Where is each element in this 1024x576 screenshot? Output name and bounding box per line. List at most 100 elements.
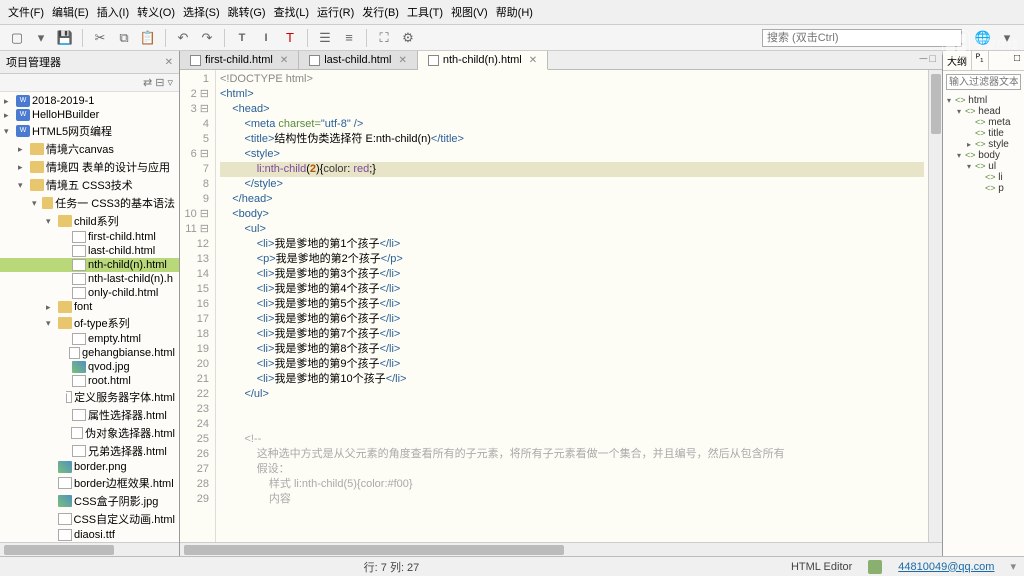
code-line[interactable]: <li>我是爹地的第1个孩子</li>	[220, 237, 924, 252]
scroll-thumb[interactable]	[4, 545, 114, 555]
menu-item[interactable]: 视图(V)	[449, 3, 490, 21]
filter-input[interactable]	[946, 74, 1021, 90]
menu-item[interactable]: 查找(L)	[272, 3, 311, 21]
outline-node[interactable]: <> li	[945, 172, 1022, 183]
tree-node[interactable]: 定义服务器字体.html	[0, 388, 179, 406]
code-line[interactable]: 这种选中方式是从父元素的角度查看所有的子元素，将所有子元素看做一个集合，并且编号…	[220, 447, 924, 462]
tree-node[interactable]: 属性选择器.html	[0, 406, 179, 424]
code-line[interactable]: 样式 li:nth-child(5){color:#f00}	[220, 477, 924, 492]
text-color-icon[interactable]: T	[281, 29, 299, 47]
code-line[interactable]: <p>我是爹地的第2个孩子</p>	[220, 252, 924, 267]
tree-node[interactable]: ▾情境五 CSS3技术	[0, 176, 179, 194]
close-icon[interactable]: ✕	[398, 55, 406, 66]
hscrollbar[interactable]	[180, 542, 942, 556]
user-avatar-icon[interactable]	[868, 560, 882, 574]
code-line[interactable]: <li>我是爹地的第5个孩子</li>	[220, 297, 924, 312]
caret-icon[interactable]: ▸	[4, 96, 14, 107]
tree-node[interactable]: ▾WHTML5网页编程	[0, 122, 179, 140]
menu-item[interactable]: 跳转(G)	[226, 3, 268, 21]
project-explorer-tab[interactable]: 项目管理器 ✕	[0, 51, 179, 74]
tree-node[interactable]: ▸情境四 表单的设计与应用	[0, 158, 179, 176]
code-line[interactable]: 内容	[220, 492, 924, 507]
code-line[interactable]: <li>我是爹地的第8个孩子</li>	[220, 342, 924, 357]
close-icon[interactable]: ✕	[280, 55, 288, 66]
code-line[interactable]: <li>我是爹地的第7个孩子</li>	[220, 327, 924, 342]
tree-node[interactable]: ▸WHelloHBuilder	[0, 108, 179, 122]
code-editor[interactable]: 12 ⊟3 ⊟456 ⊟78910 ⊟11 ⊟12131415161718192…	[180, 70, 942, 542]
collapse-icon[interactable]: ⊟	[155, 76, 164, 89]
caret-icon[interactable]: ▾	[46, 216, 56, 227]
outline-node[interactable]: ▾<> head	[945, 106, 1022, 117]
editor-tab[interactable]: first-child.html✕	[180, 51, 299, 69]
caret-icon[interactable]: ▸	[4, 110, 14, 121]
code-line[interactable]: <html>	[220, 87, 924, 102]
restore-icon[interactable]: □	[929, 53, 936, 67]
outline-node[interactable]: ▸<> style	[945, 139, 1022, 150]
tree-node[interactable]: ▾child系列	[0, 212, 179, 230]
menu-icon[interactable]: ▿	[167, 76, 173, 89]
tree-node[interactable]: last-child.html	[0, 244, 179, 258]
code-line[interactable]: <li>我是爹地的第6个孩子</li>	[220, 312, 924, 327]
list-icon[interactable]: ≡	[340, 29, 358, 47]
code-line[interactable]: <head>	[220, 102, 924, 117]
paste-icon[interactable]: 📋	[139, 29, 157, 47]
menu-item[interactable]: 工具(T)	[405, 3, 445, 21]
outline-node[interactable]: ▾<> ul	[945, 161, 1022, 172]
tree-node[interactable]: only-child.html	[0, 286, 179, 300]
code-line[interactable]: <!DOCTYPE html>	[220, 72, 924, 87]
project-tree[interactable]: ▸W2018-2019-1▸WHelloHBuilder▾WHTML5网页编程▸…	[0, 92, 179, 542]
code-line[interactable]: <!--	[220, 432, 924, 447]
code-line[interactable]: <title>结构性伪类选择符 E:nth-child(n)</title>	[220, 132, 924, 147]
dropdown-icon[interactable]: ▾	[1010, 560, 1016, 573]
scroll-thumb[interactable]	[931, 74, 941, 134]
outline-node[interactable]: <> p	[945, 183, 1022, 194]
scroll-thumb[interactable]	[184, 545, 564, 555]
menu-item[interactable]: 文件(F)	[6, 3, 46, 21]
redo-icon[interactable]: ↷	[198, 29, 216, 47]
outline-tree[interactable]: ▾<> html▾<> head<> meta<> title▸<> style…	[943, 93, 1024, 556]
code-content[interactable]: <!DOCTYPE html><html> <head> <meta chars…	[216, 70, 928, 542]
caret-icon[interactable]: ▾	[32, 198, 40, 209]
tab-other[interactable]: ᴾ₁	[972, 51, 989, 70]
new-icon[interactable]: ▢	[8, 29, 26, 47]
settings-icon[interactable]: ⚙	[399, 29, 417, 47]
code-line[interactable]: <ul>	[220, 222, 924, 237]
caret-icon[interactable]: ▾	[4, 126, 14, 137]
tree-node[interactable]: ▾任务一 CSS3的基本语法	[0, 194, 179, 212]
run-dropdown-icon[interactable]: ▾	[998, 29, 1016, 47]
code-line[interactable]: <li>我是爹地的第9个孩子</li>	[220, 357, 924, 372]
font-bold-icon[interactable]: I	[257, 29, 275, 47]
tree-node[interactable]: first-child.html	[0, 230, 179, 244]
code-line[interactable]: <li>我是爹地的第3个孩子</li>	[220, 267, 924, 282]
editor-tab[interactable]: last-child.html✕	[299, 51, 418, 69]
tree-node[interactable]: border.png	[0, 460, 179, 474]
code-line[interactable]: </style>	[220, 177, 924, 192]
tree-node[interactable]: nth-child(n).html	[0, 258, 179, 272]
code-line[interactable]: <li>我是爹地的第10个孩子</li>	[220, 372, 924, 387]
caret-icon[interactable]: ▾	[18, 180, 28, 191]
minimize-icon[interactable]: ─	[920, 53, 928, 67]
tree-node[interactable]: empty.html	[0, 332, 179, 346]
tree-node[interactable]: border边框效果.html	[0, 474, 179, 492]
user-account-link[interactable]: 44810049@qq.com	[898, 561, 994, 573]
editor-tab[interactable]: nth-child(n).html✕	[418, 51, 548, 70]
caret-icon[interactable]: ▸	[18, 144, 28, 155]
code-line[interactable]: <body>	[220, 207, 924, 222]
caret-icon[interactable]: ▸	[18, 162, 28, 173]
undo-icon[interactable]: ↶	[174, 29, 192, 47]
code-line[interactable]	[220, 402, 924, 417]
tree-node[interactable]: gehangbianse.html	[0, 346, 179, 360]
code-line[interactable]: </head>	[220, 192, 924, 207]
caret-icon[interactable]: ▾	[46, 318, 56, 329]
code-line[interactable]: <meta charset="utf-8" />	[220, 117, 924, 132]
copy-icon[interactable]: ⧉	[115, 29, 133, 47]
code-line[interactable]: </ul>	[220, 387, 924, 402]
browser-icon[interactable]: 🌐	[974, 29, 992, 47]
tree-node[interactable]: qvod.jpg	[0, 360, 179, 374]
code-line[interactable]: li:nth-child(2){color: red;}	[220, 162, 924, 177]
font-icon[interactable]: T	[233, 29, 251, 47]
code-line[interactable]: 假设：	[220, 462, 924, 477]
tree-node[interactable]: CSS自定义动画.html	[0, 510, 179, 528]
tree-node[interactable]: ▾of-type系列	[0, 314, 179, 332]
open-icon[interactable]: ▾	[32, 29, 50, 47]
